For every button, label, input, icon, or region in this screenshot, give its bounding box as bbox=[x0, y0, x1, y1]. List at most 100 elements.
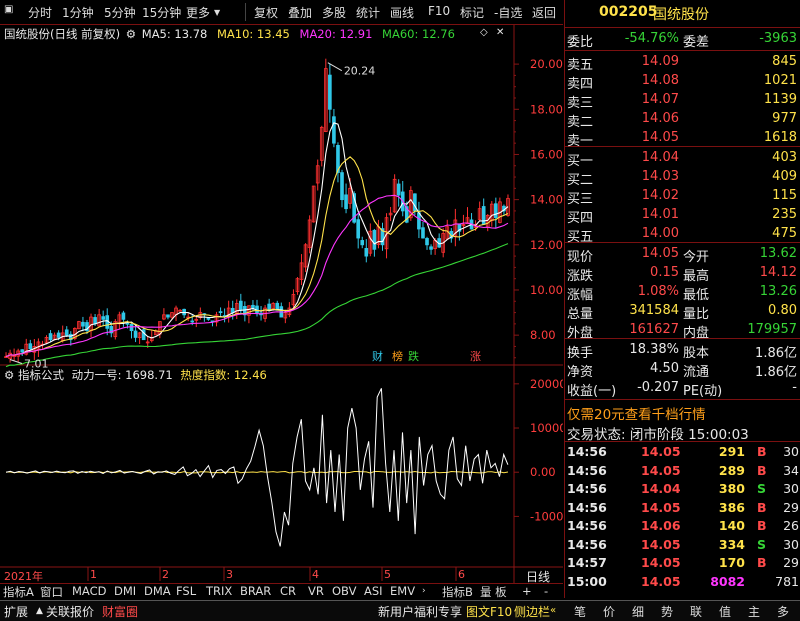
bid-row: 买四 14.01 235 bbox=[565, 206, 800, 226]
tab-more[interactable]: 更多 bbox=[186, 4, 210, 21]
indicator-tab[interactable]: EMV bbox=[390, 584, 415, 598]
ask-volume: 1618 bbox=[763, 130, 797, 145]
back-button[interactable]: 返回 bbox=[532, 4, 556, 21]
price-tick-label: 12.00 bbox=[530, 238, 563, 252]
ma10-line bbox=[5, 156, 509, 358]
tick-row: 14:56 14.06 140 B 26 bbox=[565, 517, 800, 537]
ask-price: 14.09 bbox=[641, 54, 679, 69]
sidebar-arrow-icon[interactable]: « bbox=[550, 605, 556, 616]
mark-button[interactable]: 标记 bbox=[460, 4, 484, 21]
indicator-settings-icon[interactable]: ⚙ bbox=[4, 368, 14, 382]
diamond-icon[interactable]: ◇ bbox=[480, 27, 488, 38]
tab-intraday[interactable]: 分时 bbox=[28, 4, 52, 21]
nav-button[interactable]: 多 bbox=[777, 603, 789, 620]
multi-stock-button[interactable]: 多股 bbox=[322, 4, 346, 21]
top-toolbar: ▣ 分时 1分钟 5分钟 15分钟 更多 ▼ 复权 叠加 多股 统计 画线 F1… bbox=[0, 0, 563, 25]
promo-text[interactable]: 仅需20元查看千档行情 bbox=[567, 403, 706, 423]
indicator-formula-label[interactable]: 指标公式 bbox=[18, 368, 64, 382]
draw-line-button[interactable]: 画线 bbox=[390, 4, 414, 21]
ask-label: 卖五 bbox=[567, 58, 594, 73]
stat-value: 0.15 bbox=[650, 265, 679, 280]
kline-chart[interactable]: 20.0018.0016.0014.0012.0010.008.00200001… bbox=[0, 25, 563, 583]
f10-button[interactable]: F10 bbox=[428, 4, 450, 18]
nav-button[interactable]: 笔 bbox=[574, 603, 586, 620]
nav-button[interactable]: 势 bbox=[661, 603, 673, 620]
candle-body bbox=[364, 247, 369, 257]
power-one-line bbox=[5, 388, 509, 547]
tab-15min[interactable]: 15分钟 bbox=[142, 4, 181, 21]
nav-button[interactable]: 细 bbox=[632, 603, 644, 620]
marker-die[interactable]: 跌 bbox=[408, 348, 419, 364]
indicator-tab[interactable]: DMA bbox=[144, 584, 171, 598]
ask-volume: 1139 bbox=[763, 92, 797, 107]
promo-row[interactable]: 仅需20元查看千档行情 bbox=[565, 402, 800, 423]
bid-label: 买五 bbox=[567, 230, 594, 245]
indicator-tick-label: 20000 bbox=[530, 377, 563, 391]
x-axis-month-3: 3 bbox=[226, 568, 233, 581]
related-quotes-button[interactable]: 关联报价 bbox=[46, 603, 94, 620]
ask-price: 14.05 bbox=[641, 130, 679, 145]
indicator-tab[interactable]: + bbox=[522, 584, 532, 598]
indicator-tab[interactable]: OBV bbox=[332, 584, 356, 598]
close-icon[interactable]: ✕ bbox=[496, 27, 504, 38]
tab-1min[interactable]: 1分钟 bbox=[62, 4, 94, 21]
tick-volume: 291 bbox=[718, 444, 745, 459]
tick-count: 34 bbox=[783, 462, 799, 478]
bid-row: 买五 14.00 475 bbox=[565, 225, 800, 245]
indicator-tab[interactable]: VR bbox=[308, 584, 324, 598]
tick-price: 14.04 bbox=[641, 481, 681, 496]
fuquan-button[interactable]: 复权 bbox=[254, 4, 278, 21]
marker-cai[interactable]: 财 bbox=[372, 348, 383, 364]
indicator-tab[interactable]: MACD bbox=[72, 584, 106, 598]
tick-volume: 289 bbox=[718, 462, 745, 478]
watchlist-button[interactable]: -自选 bbox=[494, 4, 522, 21]
nav-button[interactable]: 联 bbox=[690, 603, 702, 620]
nav-button[interactable]: 值 bbox=[719, 603, 731, 620]
indicator-tab[interactable]: - bbox=[544, 584, 548, 598]
bid-label: 买二 bbox=[567, 173, 594, 188]
indicator-tab[interactable]: 指标B bbox=[442, 584, 473, 600]
stats-button[interactable]: 统计 bbox=[356, 4, 380, 21]
overlay-button[interactable]: 叠加 bbox=[288, 4, 312, 21]
stock-header: 002205 国统股份 bbox=[565, 3, 800, 25]
candle-body bbox=[421, 227, 425, 239]
ask-volume: 977 bbox=[772, 111, 797, 126]
tick-time: 14:57 bbox=[567, 555, 607, 570]
nav-button[interactable]: 主 bbox=[748, 603, 760, 620]
expand-button[interactable]: 扩展 bbox=[4, 603, 28, 620]
tab-5min[interactable]: 5分钟 bbox=[104, 4, 136, 21]
candle-body bbox=[133, 330, 138, 338]
indicator-tab[interactable]: DMI bbox=[114, 584, 136, 598]
tabs-scroll-right-icon[interactable]: › bbox=[422, 586, 426, 596]
bid-volume: 409 bbox=[772, 169, 797, 184]
candle-body bbox=[93, 317, 97, 325]
wealth-circle-button[interactable]: 财富圈 bbox=[102, 603, 138, 620]
indicator-tab[interactable]: TRIX bbox=[206, 584, 232, 598]
indicator-tab[interactable]: BRAR bbox=[240, 584, 271, 598]
fundamental-label: PE(动) bbox=[683, 384, 723, 399]
indicator-tab[interactable]: 窗口 bbox=[40, 584, 63, 600]
sidebar-toggle[interactable]: 侧边栏 bbox=[514, 603, 550, 620]
tick-side: B bbox=[757, 462, 767, 478]
new-user-promo[interactable]: 新用户福利专享 bbox=[378, 603, 462, 620]
fundamental-label: 流通 bbox=[683, 365, 710, 380]
indicator-tab[interactable]: CR bbox=[280, 584, 296, 598]
f10-graphic-button[interactable]: 图文F10 bbox=[466, 603, 512, 620]
indicator-tab[interactable]: ASI bbox=[364, 584, 383, 598]
marker-zhang[interactable]: 涨 bbox=[470, 348, 481, 364]
expand-arrow-icon[interactable]: ▲ bbox=[36, 606, 43, 616]
nav-button[interactable]: 价 bbox=[603, 603, 615, 620]
indicator-tab[interactable]: 量 板 bbox=[480, 584, 507, 600]
stat-value: 179957 bbox=[747, 322, 797, 337]
indicator-tab[interactable]: FSL bbox=[176, 584, 196, 598]
candle-body bbox=[356, 219, 361, 239]
expand-icon[interactable]: ▣ bbox=[4, 4, 13, 15]
marker-bang[interactable]: 榜 bbox=[392, 348, 403, 364]
tick-count: 29 bbox=[783, 499, 799, 515]
trade-status: 交易状态: 闭市阶段 15:00:03 bbox=[567, 427, 749, 443]
chevron-down-icon[interactable]: ▼ bbox=[214, 8, 220, 17]
indicator-tab[interactable]: 指标A bbox=[3, 584, 34, 600]
fundamental-row: 净资 4.50 流通 1.86亿 bbox=[565, 360, 800, 380]
ask-price: 14.06 bbox=[641, 111, 679, 126]
settings-gear-icon[interactable]: ⚙ bbox=[126, 27, 136, 41]
